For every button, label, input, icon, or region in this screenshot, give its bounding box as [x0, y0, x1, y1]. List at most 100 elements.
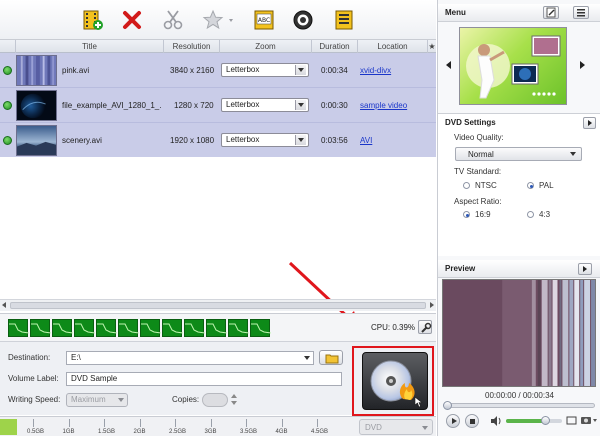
copies-stepper[interactable]	[230, 393, 239, 407]
preview-video	[442, 279, 596, 387]
remove-icon	[123, 11, 141, 29]
effects-star-icon	[202, 9, 233, 30]
menu-next-icon[interactable]	[580, 61, 585, 69]
preview-time: 00:00:00 / 00:00:34	[485, 391, 554, 400]
stop-icon	[470, 419, 475, 424]
row-resolution: 1280 x 720	[174, 101, 214, 110]
row-duration: 0:00:34	[321, 66, 348, 75]
snapshot-camera-icon[interactable]	[580, 415, 598, 426]
header-zoom[interactable]: Zoom	[220, 40, 312, 53]
destination-field[interactable]: E:\	[66, 351, 314, 365]
menu-prev-icon[interactable]	[446, 61, 451, 69]
capacity-tick-line	[246, 419, 247, 427]
header-star-icon[interactable]: ★	[428, 40, 436, 53]
stepper-up-icon[interactable]	[231, 394, 237, 398]
writing-speed-dropdown[interactable]: Maximum	[66, 393, 128, 407]
cpu-graph-cell	[184, 319, 205, 337]
seek-handle[interactable]	[443, 401, 452, 410]
row-resolution: 1920 x 1080	[170, 136, 215, 145]
seek-bar[interactable]	[443, 401, 595, 410]
burn-button[interactable]	[362, 352, 428, 410]
fullscreen-icon[interactable]	[566, 415, 577, 426]
scrollbar-thumb[interactable]	[10, 302, 426, 309]
cpu-graph-cell	[74, 319, 95, 337]
cpu-label: CPU: 0.39%	[371, 323, 416, 332]
volume-icon[interactable]	[490, 416, 502, 426]
row-enabled-icon[interactable]	[3, 101, 12, 110]
row-location-link[interactable]: AVI	[360, 123, 426, 158]
chevron-down-icon	[295, 100, 306, 110]
wrench-icon	[421, 322, 432, 333]
radio-ntsc-label[interactable]: NTSC	[475, 181, 497, 190]
header-location[interactable]: Location	[358, 40, 428, 53]
effects-button[interactable]	[201, 8, 237, 32]
video-thumbnail	[16, 125, 57, 156]
volume-label-field[interactable]: DVD Sample	[66, 372, 342, 386]
row-enabled-icon[interactable]	[3, 136, 12, 145]
row-location-link[interactable]: xvid-divx	[360, 53, 426, 88]
list-empty-area[interactable]	[0, 157, 436, 299]
scroll-right-icon[interactable]	[430, 302, 434, 308]
row-location-link[interactable]: sample video	[360, 88, 426, 123]
video-thumbnail	[16, 90, 57, 121]
trim-button[interactable]	[162, 8, 184, 32]
dvd-settings-expand-button[interactable]	[583, 117, 596, 129]
browse-folder-button[interactable]	[319, 350, 343, 365]
chevron-down-icon	[295, 65, 306, 75]
tv-standard-label: TV Standard:	[454, 167, 502, 176]
zoom-dropdown[interactable]: Letterbox	[221, 133, 309, 147]
cpu-graph-cell	[228, 319, 249, 337]
row-enabled-icon[interactable]	[3, 66, 12, 75]
radio-ntsc[interactable]	[463, 182, 470, 189]
capacity-tick-line	[139, 419, 141, 427]
video-quality-value: Normal	[468, 150, 494, 159]
stepper-down-icon[interactable]	[231, 401, 237, 405]
zoom-dropdown[interactable]: Letterbox	[221, 98, 309, 112]
menu-list-toggle-button[interactable]	[573, 6, 589, 19]
capacity-tick-label: 1.5GB	[98, 429, 116, 435]
radio-pal-label[interactable]: PAL	[539, 181, 554, 190]
volume-handle[interactable]	[541, 416, 551, 425]
main-toolbar: ABC	[0, 0, 436, 40]
remove-button[interactable]	[121, 8, 143, 32]
dvd-settings-panel: DVD Settings Video Quality: Normal TV St…	[438, 113, 600, 256]
stop-button[interactable]	[465, 414, 479, 428]
table-row[interactable]: file_example_AVI_1280_1_... 1280 x 720 L…	[0, 88, 436, 123]
menu-template-preview[interactable]	[459, 27, 567, 105]
row-title: scenery.avi	[62, 136, 102, 145]
radio-16-9-label[interactable]: 16:9	[475, 210, 491, 219]
table-row[interactable]: pink.avi 3840 x 2160 Letterbox 0:00:34 x…	[0, 53, 436, 88]
radio-pal[interactable]	[527, 182, 534, 189]
radio-16-9[interactable]	[463, 211, 470, 218]
zoom-dropdown[interactable]: Letterbox	[221, 63, 309, 77]
header-resolution[interactable]: Resolution	[164, 40, 220, 53]
disc-type-dropdown[interactable]: DVD	[359, 419, 433, 435]
menu-list-button[interactable]	[333, 8, 355, 32]
folder-icon	[325, 354, 339, 364]
preview-expand-button[interactable]	[578, 263, 592, 275]
add-video-button[interactable]	[82, 8, 104, 32]
chevron-right-icon	[588, 120, 592, 126]
settings-button[interactable]	[418, 320, 432, 334]
capacity-tick-label: 3.5GB	[240, 429, 258, 435]
destination-label: Destination:	[8, 353, 51, 362]
header-title[interactable]: Title	[16, 40, 164, 53]
copies-field[interactable]	[202, 393, 228, 407]
video-quality-dropdown[interactable]: Normal	[455, 147, 582, 161]
table-row[interactable]: scenery.avi 1920 x 1080 Letterbox 0:03:5…	[0, 123, 436, 158]
list-icon	[577, 9, 585, 17]
edit-menu-button[interactable]	[543, 6, 559, 19]
capacity-tick-label: 3GB	[204, 429, 217, 435]
capacity-tick-line	[281, 419, 283, 427]
radio-4-3[interactable]	[527, 211, 534, 218]
dvd-disc-button[interactable]	[292, 8, 314, 32]
horizontal-scrollbar[interactable]	[0, 299, 436, 311]
play-icon	[452, 418, 457, 424]
scroll-left-icon[interactable]	[2, 302, 6, 308]
add-video-icon	[83, 10, 103, 30]
header-duration[interactable]: Duration	[312, 40, 358, 53]
radio-4-3-label[interactable]: 4:3	[539, 210, 550, 219]
volume-slider[interactable]	[506, 416, 562, 425]
play-button[interactable]	[446, 414, 460, 428]
subtitles-button[interactable]: ABC	[253, 8, 275, 32]
